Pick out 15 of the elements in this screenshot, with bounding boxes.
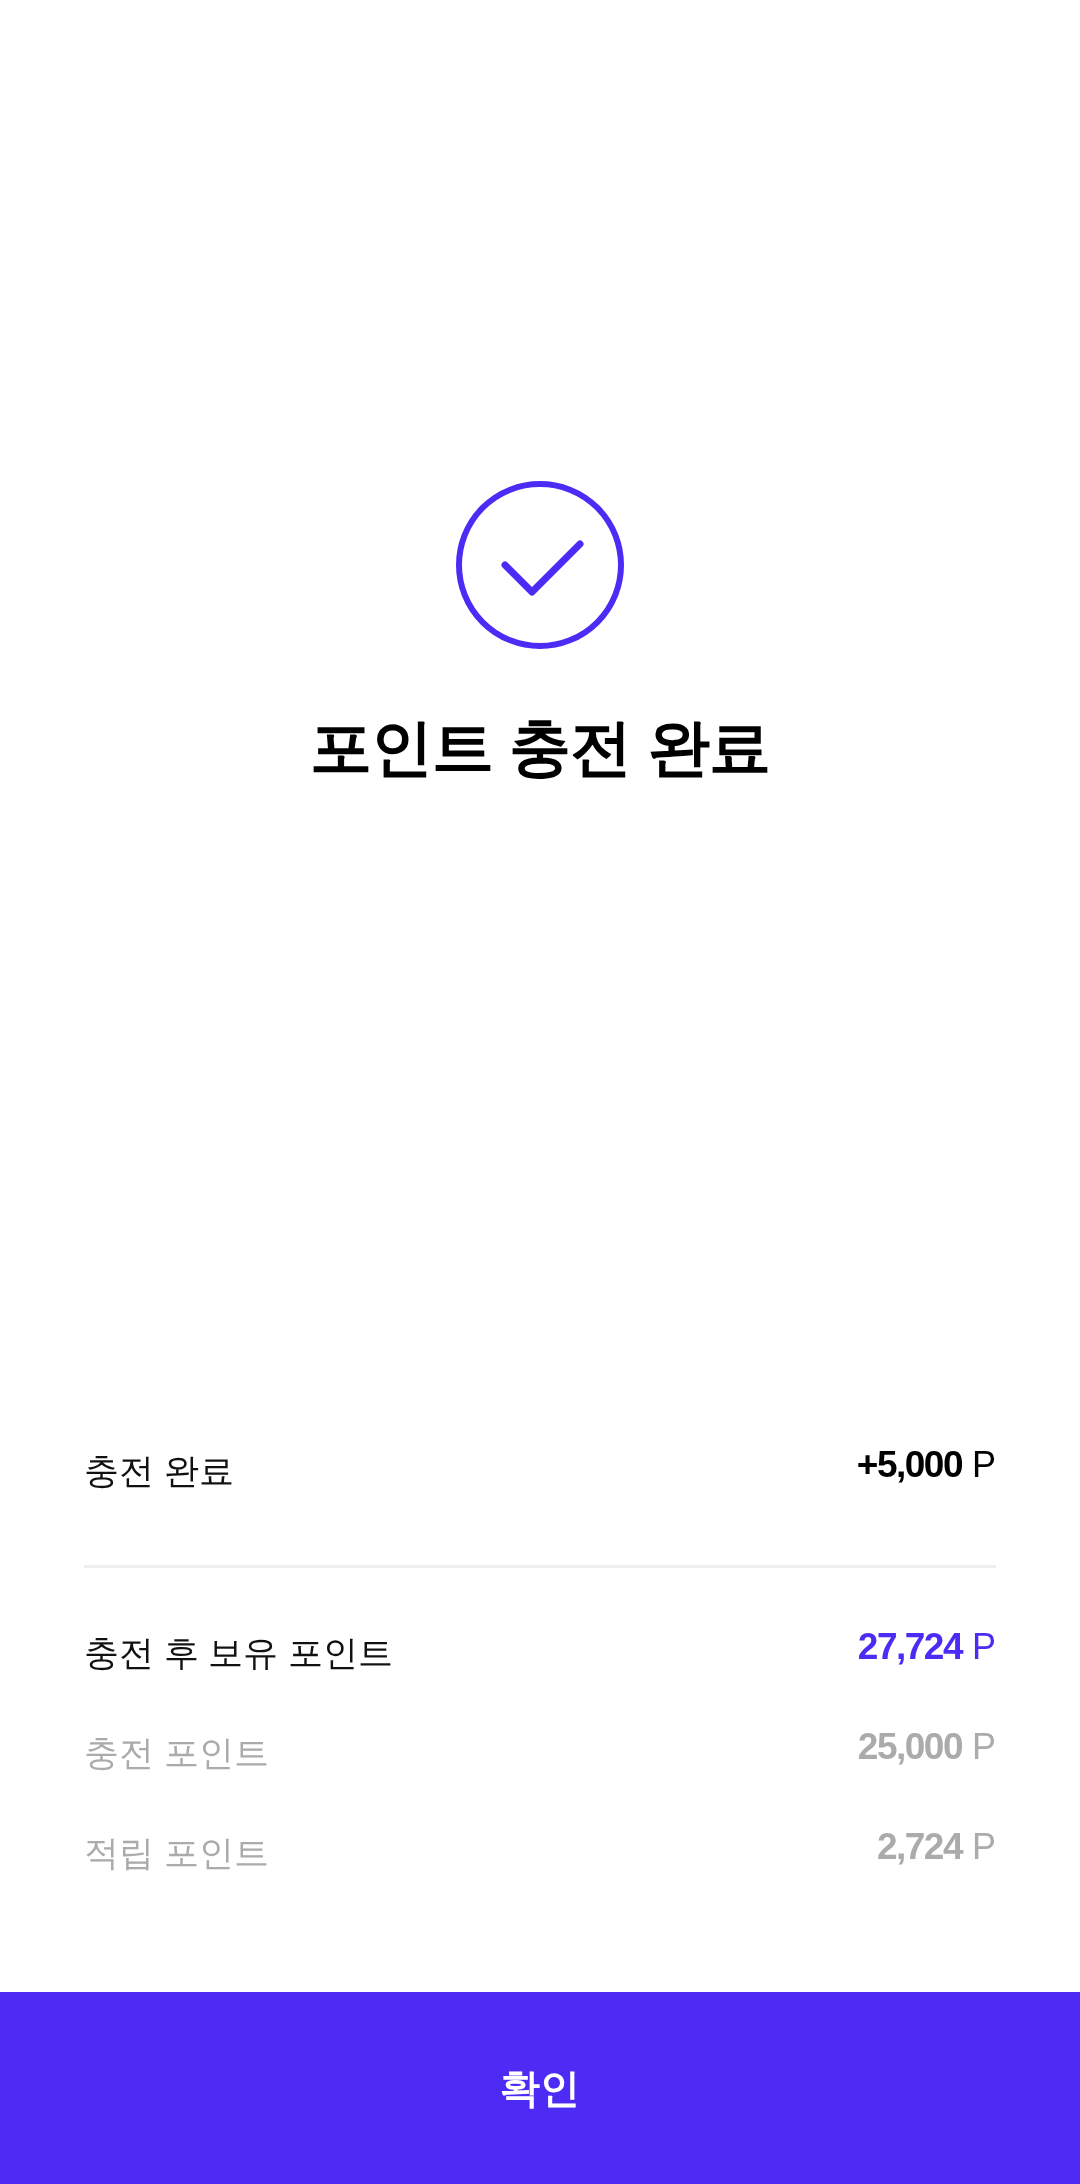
- points-amount: 2,724: [876, 1827, 962, 1865]
- summary-label: 충전 완료: [84, 1452, 234, 1488]
- points-amount: +5,000: [856, 1445, 962, 1483]
- points-amount: 27,724: [857, 1627, 962, 1665]
- points-unit: P: [972, 1828, 996, 1865]
- confirm-button[interactable]: 확인: [0, 1992, 1080, 2184]
- points-amount: 25,000: [857, 1727, 962, 1765]
- detail-label: 충전 포인트: [84, 1734, 269, 1770]
- check-circle-icon: [456, 481, 624, 649]
- points-unit: P: [972, 1446, 996, 1483]
- points-unit: P: [972, 1628, 996, 1665]
- detail-label: 적립 포인트: [84, 1834, 269, 1870]
- points-unit: P: [972, 1728, 996, 1765]
- detail-label: 충전 후 보유 포인트: [84, 1634, 394, 1670]
- page-title: 포인트 충전 완료: [310, 712, 770, 784]
